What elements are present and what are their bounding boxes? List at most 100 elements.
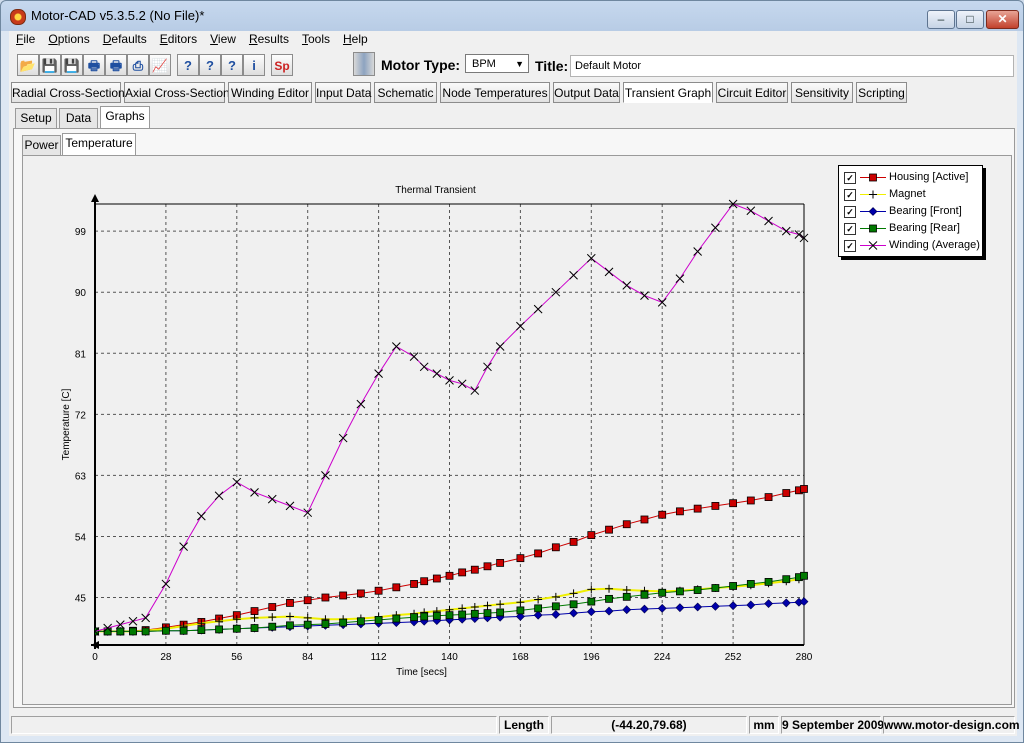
data-point (605, 584, 614, 593)
data-point (268, 613, 277, 622)
status-date: 9 September 2009 (781, 716, 885, 734)
sp-icon[interactable]: Sp (271, 54, 293, 76)
checkbox-icon[interactable]: ✓ (844, 223, 856, 235)
menu-defaults[interactable]: Defaults (96, 31, 153, 48)
data-point (782, 489, 791, 497)
subtab-setup[interactable]: Setup (15, 108, 57, 128)
tab-scripting[interactable]: Scripting (856, 82, 907, 103)
data-point (457, 379, 467, 389)
legend-swatch-icon (860, 173, 886, 182)
status-length-label: Length (499, 716, 549, 734)
data-point (391, 342, 401, 351)
help-topics-icon[interactable]: ? (199, 54, 221, 76)
legend-item[interactable]: ✓ Housing [Active] (844, 169, 980, 186)
menu-results[interactable]: Results (242, 31, 295, 48)
maximize-button[interactable]: □ (956, 10, 984, 29)
graph-tab-temperature[interactable]: Temperature (62, 133, 136, 155)
close-button[interactable]: ✕ (986, 10, 1019, 29)
app-logo-icon (10, 9, 26, 25)
data-point (179, 626, 188, 635)
menu-view[interactable]: View (203, 31, 242, 48)
menu-tools[interactable]: Tools (295, 31, 336, 48)
data-point (432, 574, 441, 583)
data-point (445, 571, 454, 580)
series-line (95, 203, 805, 632)
menu-file[interactable]: File (9, 31, 41, 48)
tab-input-data[interactable]: Input Data (315, 82, 371, 103)
menu-accelerator: E (159, 32, 168, 46)
title-input[interactable]: Default Motor (570, 55, 1014, 77)
legend-item[interactable]: ✓ Bearing [Front] (844, 203, 980, 220)
motor-type-dropdown[interactable]: BPM ▼ (465, 54, 529, 73)
info-icon[interactable]: i (243, 54, 265, 76)
window-title: Motor-CAD v5.3.5.2 (No File)* (31, 8, 205, 23)
data-point (605, 594, 613, 603)
y-tick-label: 63 (75, 471, 87, 482)
x-tick-label: 224 (654, 652, 671, 663)
tab-circuit-editor[interactable]: Circuit Editor (716, 82, 788, 103)
legend-item[interactable]: ✓ Winding (Average) (844, 237, 980, 254)
chart-title: Thermal Transient (395, 185, 476, 196)
data-point (587, 531, 596, 539)
app-window: Motor-CAD v5.3.5.2 (No File)* – □ ✕ File… (0, 0, 1024, 743)
data-point (640, 604, 649, 614)
help-icon[interactable]: ? (177, 54, 199, 76)
data-point (869, 190, 877, 199)
graph-tab-power[interactable]: Power (22, 135, 61, 155)
print-icon[interactable]: 🖶 (83, 54, 105, 76)
data-point (338, 433, 348, 443)
menu-help[interactable]: Help (336, 31, 374, 48)
tab-axial-cross-section[interactable]: Axial Cross-Section (124, 82, 230, 103)
data-point (800, 485, 808, 493)
x-axis-label: Time [secs] (396, 667, 447, 678)
context-help-icon[interactable]: ? (221, 54, 243, 76)
checkbox-icon[interactable]: ✓ (844, 240, 856, 252)
title-bar[interactable]: Motor-CAD v5.3.5.2 (No File)* – □ ✕ (1, 1, 1023, 31)
minimize-button[interactable]: – (927, 10, 955, 29)
data-point (569, 589, 578, 598)
data-point (569, 537, 578, 546)
data-point (303, 613, 312, 622)
tab-schematic[interactable]: Schematic (374, 82, 437, 103)
tab-output-data[interactable]: Output Data (553, 82, 620, 103)
chart-icon[interactable]: 📈 (149, 54, 171, 76)
data-point (286, 621, 294, 630)
subtab-data[interactable]: Data (59, 108, 98, 128)
legend-item[interactable]: ✓ Magnet (844, 186, 980, 203)
data-point (587, 585, 596, 594)
export-icon[interactable]: ⎙ (127, 54, 149, 76)
data-point (534, 604, 543, 613)
subtab-graphs[interactable]: Graphs (100, 106, 150, 128)
data-point (303, 620, 312, 629)
data-point (496, 600, 505, 609)
status-website: www.motor-design.com (883, 716, 1020, 734)
tab-radial-cross-section[interactable]: Radial Cross-Section (11, 82, 125, 103)
data-point (693, 586, 702, 594)
save-icon[interactable]: 💾 (39, 54, 61, 76)
checkbox-icon[interactable]: ✓ (844, 172, 856, 184)
menu-editors[interactable]: Editors (153, 31, 203, 48)
tab-transient-graph[interactable]: Transient Graph (623, 82, 713, 103)
y-tick-label: 72 (75, 410, 87, 421)
menu-options[interactable]: Options (41, 31, 95, 48)
data-point (587, 597, 596, 606)
data-point (782, 575, 791, 584)
data-point (711, 584, 720, 592)
tab-node-temperatures[interactable]: Node Temperatures (440, 82, 550, 103)
y-tick-label: 81 (75, 349, 87, 360)
x-tick-label: 280 (796, 652, 813, 663)
checkbox-icon[interactable]: ✓ (844, 189, 856, 201)
data-point (470, 603, 479, 612)
data-point (197, 626, 206, 634)
save-as-icon[interactable]: 💾 (61, 54, 83, 76)
open-folder-icon[interactable]: 📂 (17, 54, 39, 76)
motor-type-icon[interactable] (353, 52, 375, 76)
y-tick-label: 90 (75, 288, 87, 299)
checkbox-icon[interactable]: ✓ (844, 206, 856, 218)
data-point (339, 591, 348, 600)
tab-sensitivity[interactable]: Sensitivity (791, 82, 853, 103)
tab-winding-editor[interactable]: Winding Editor (228, 82, 312, 103)
legend-item[interactable]: ✓ Bearing [Rear] (844, 220, 980, 237)
print-setup-icon[interactable]: 🖶 (105, 54, 127, 76)
graphs-panel: Power Temperature Thermal Transient 0 28 56 8… (13, 128, 1015, 708)
